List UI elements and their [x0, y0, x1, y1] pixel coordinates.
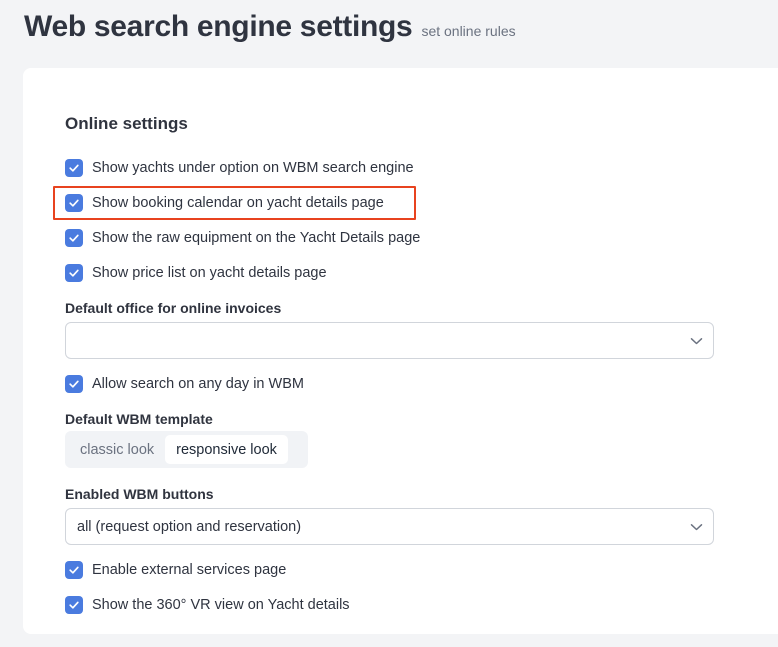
checkbox-label: Show price list on yacht details page: [92, 265, 327, 281]
checkbox-label: Allow search on any day in WBM: [92, 376, 304, 392]
checkbox-checked-icon[interactable]: [65, 561, 83, 579]
checkbox-show-booking-calendar[interactable]: Show booking calendar on yacht details p…: [65, 193, 384, 213]
checkbox-show-raw-equipment[interactable]: Show the raw equipment on the Yacht Deta…: [65, 228, 420, 248]
section-title: Online settings: [65, 114, 188, 133]
checkbox-label: Show the 360° VR view on Yacht details: [92, 597, 350, 613]
chevron-down-icon: [690, 337, 703, 344]
default-office-label: Default office for online invoices: [65, 300, 282, 316]
checkbox-label: Enable external services page: [92, 562, 287, 578]
template-option-responsive[interactable]: responsive look: [165, 435, 288, 464]
template-option-classic[interactable]: classic look: [69, 435, 165, 464]
wbm-buttons-label: Enabled WBM buttons: [65, 486, 214, 502]
page-subtitle: set online rules: [421, 23, 516, 39]
default-office-select[interactable]: [65, 322, 714, 359]
checkbox-checked-icon[interactable]: [65, 264, 83, 282]
template-toggle: classic look responsive look: [65, 431, 308, 468]
checkbox-checked-icon[interactable]: [65, 229, 83, 247]
checkbox-checked-icon[interactable]: [65, 159, 83, 177]
page-title: Web search engine settings: [24, 10, 413, 43]
wbm-buttons-value: all (request option and reservation): [77, 518, 302, 535]
checkbox-enable-external-services[interactable]: Enable external services page: [65, 560, 286, 580]
checkbox-label: Show yachts under option on WBM search e…: [92, 160, 414, 176]
chevron-down-icon: [690, 523, 703, 530]
settings-card: Online settings Show yachts under option…: [23, 68, 778, 634]
template-label: Default WBM template: [65, 411, 213, 427]
checkbox-checked-icon[interactable]: [65, 194, 83, 212]
page-header: Web search engine settings set online ru…: [24, 10, 516, 44]
wbm-buttons-select[interactable]: all (request option and reservation): [65, 508, 714, 545]
checkbox-show-vr-view[interactable]: Show the 360° VR view on Yacht details: [65, 595, 350, 615]
checkbox-show-yachts-under-option[interactable]: Show yachts under option on WBM search e…: [65, 158, 414, 178]
checkbox-show-price-list[interactable]: Show price list on yacht details page: [65, 263, 327, 283]
checkbox-label: Show the raw equipment on the Yacht Deta…: [92, 230, 421, 246]
checkbox-checked-icon[interactable]: [65, 375, 83, 393]
checkbox-checked-icon[interactable]: [65, 596, 83, 614]
checkbox-allow-search-any-day[interactable]: Allow search on any day in WBM: [65, 374, 304, 394]
checkbox-label: Show booking calendar on yacht details p…: [92, 195, 384, 211]
